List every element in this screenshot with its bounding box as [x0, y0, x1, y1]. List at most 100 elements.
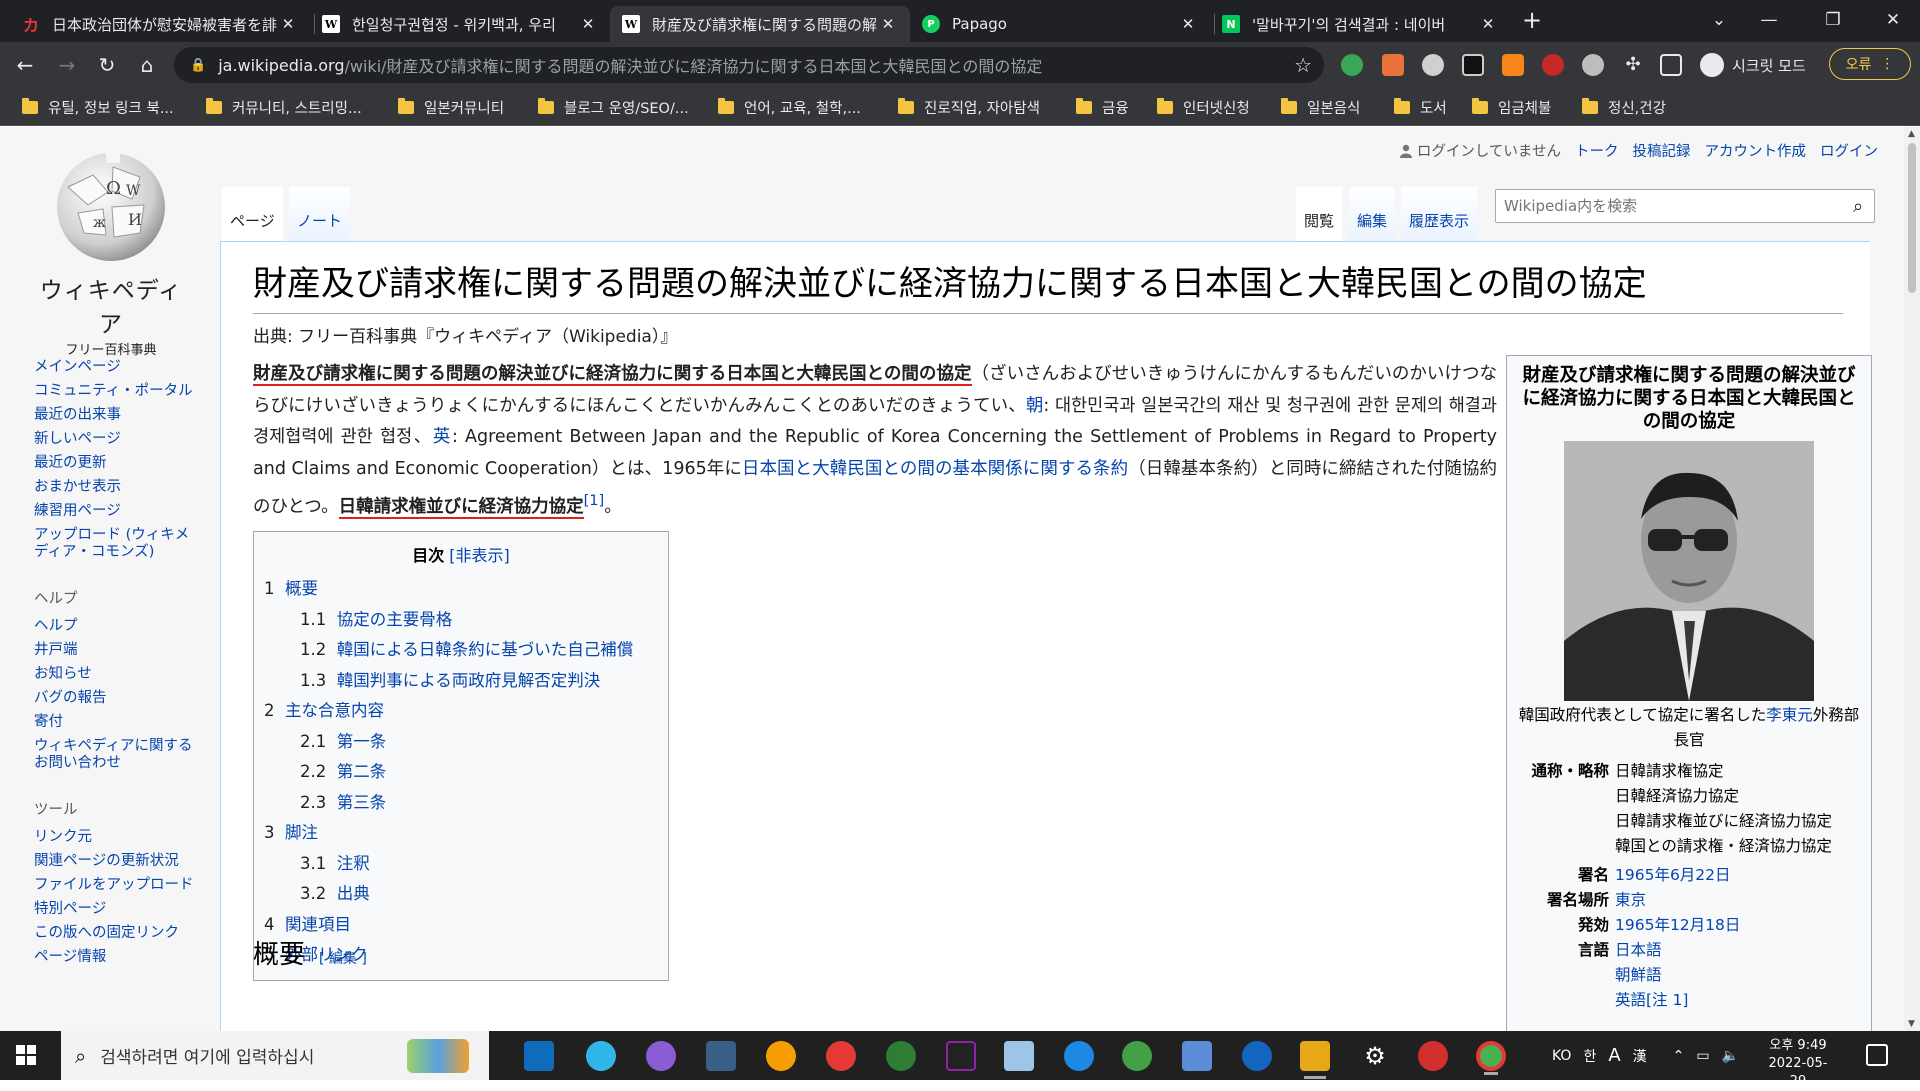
minimize-icon[interactable]: — — [1746, 0, 1792, 40]
incognito-indicator[interactable]: 시크릿 모드 — [1700, 53, 1806, 77]
app-icon[interactable] — [646, 1041, 676, 1071]
tab-read[interactable]: 閲覧 — [1296, 187, 1343, 241]
infobox-photo[interactable] — [1564, 441, 1814, 701]
metamask-icon[interactable] — [1502, 54, 1524, 76]
toc-item[interactable]: 1.1 協定の主要骨格 — [264, 605, 658, 636]
app-icon[interactable] — [1122, 1041, 1152, 1071]
close-icon[interactable]: ✕ — [1478, 15, 1498, 33]
close-icon[interactable]: ✕ — [878, 15, 898, 33]
sidebar-item-upload-commons[interactable]: アップロード (ウィキメディア・コモンズ) — [34, 527, 194, 561]
tray-input-mode[interactable]: A — [1608, 1045, 1620, 1066]
sidebar-item-upload-file[interactable]: ファイルをアップロード — [34, 877, 194, 894]
window-close-icon[interactable]: ✕ — [1870, 0, 1916, 40]
taskbar-clock[interactable]: 오후 9:49 2022-05-29 — [1767, 1037, 1829, 1091]
extension-icon[interactable] — [1341, 54, 1363, 76]
toc-item[interactable]: 2.2 第二条 — [264, 757, 658, 788]
bookmark-folder[interactable]: 인터넷신청 — [1157, 97, 1250, 118]
app-icon[interactable] — [826, 1041, 856, 1071]
language-link[interactable]: 日本語 — [1615, 941, 1662, 959]
windows-start-icon[interactable] — [16, 1045, 36, 1065]
tab-4[interactable]: P Papago ✕ — [910, 6, 1210, 42]
create-account-link[interactable]: アカウント作成 — [1705, 140, 1807, 161]
globe-app-icon[interactable] — [886, 1041, 916, 1071]
sidebar-item-main[interactable]: メインページ — [34, 359, 194, 376]
reload-icon[interactable]: ↻ — [92, 50, 122, 80]
toc-item[interactable]: 3.1 注釈 — [264, 849, 658, 880]
app-icon[interactable] — [1064, 1041, 1094, 1071]
extension-icon[interactable] — [1542, 54, 1564, 76]
toc-item[interactable]: 2 主な合意内容 — [264, 696, 658, 727]
extension-icon[interactable] — [1422, 54, 1444, 76]
bookmark-folder[interactable]: 블로그 운영/SEO/... — [538, 97, 689, 118]
caption-person-link[interactable]: 李東元 — [1766, 706, 1813, 724]
sidebar-item-village-pump[interactable]: 井戸端 — [34, 642, 194, 659]
sidebar-item-permalink[interactable]: この版への固定リンク — [34, 925, 194, 942]
sidebar-item-bug-report[interactable]: バグの報告 — [34, 690, 194, 707]
bookmark-folder[interactable]: 도서 — [1394, 97, 1447, 118]
back-icon[interactable]: ← — [10, 50, 40, 80]
close-icon[interactable]: ✕ — [1178, 15, 1198, 33]
edge-app-icon[interactable] — [586, 1041, 616, 1071]
toc-item[interactable]: 2.1 第一条 — [264, 727, 658, 758]
toc-item[interactable]: 3 脚注 — [264, 818, 658, 849]
sidebar-item-random[interactable]: おまかせ表示 — [34, 479, 194, 496]
sidebar-item-contact[interactable]: ウィキペディアに関するお問い合わせ — [34, 738, 194, 772]
toc-toggle[interactable]: [非表示] — [449, 546, 510, 565]
volume-icon[interactable]: 🔈 — [1722, 1048, 1739, 1064]
sidebar-item-portal[interactable]: コミュニティ・ポータル — [34, 383, 194, 400]
tab-3-active[interactable]: W 財産及び請求権に関する問題の解 ✕ — [610, 6, 910, 42]
tab-history[interactable]: 履歴表示 — [1401, 187, 1478, 241]
app-icon[interactable] — [946, 1041, 976, 1071]
sidebar-item-recent-changes[interactable]: 最近の更新 — [34, 455, 194, 472]
side-panel-icon[interactable] — [1660, 54, 1682, 76]
scroll-thumb[interactable] — [1908, 143, 1916, 293]
tray-hanja[interactable]: 漢 — [1633, 1046, 1647, 1066]
new-tab-button[interactable]: + — [1519, 8, 1545, 34]
app-icon[interactable] — [1242, 1041, 1272, 1071]
toc-item[interactable]: 1.3 韓国判事による両政府見解否定判決 — [264, 666, 658, 697]
tray-language[interactable]: KO — [1552, 1048, 1571, 1064]
signing-date-link[interactable]: 1965年6月22日 — [1615, 866, 1731, 884]
app-icon[interactable] — [1182, 1041, 1212, 1071]
sidebar-item-sandbox[interactable]: 練習用ページ — [34, 503, 194, 520]
error-button[interactable]: 오류 ⋮ — [1829, 48, 1911, 80]
scroll-up-icon[interactable]: ▲ — [1908, 129, 1916, 139]
close-icon[interactable]: ✕ — [278, 15, 298, 33]
page-scrollbar[interactable]: ▲ ▼ — [1904, 127, 1920, 1031]
sidebar-item-page-info[interactable]: ページ情報 — [34, 949, 194, 966]
maximize-icon[interactable]: ❐ — [1810, 0, 1856, 40]
file-explorer-icon[interactable] — [1300, 1041, 1330, 1079]
app-icon[interactable] — [1004, 1041, 1034, 1071]
effective-date-link[interactable]: 1965年12月18日 — [1615, 916, 1740, 934]
home-icon[interactable]: ⌂ — [132, 50, 162, 80]
sidebar-item-special-pages[interactable]: 特別ページ — [34, 901, 194, 918]
mail-app-icon[interactable] — [524, 1041, 554, 1071]
bookmark-folder[interactable]: 진로직업, 자아탐색 — [898, 97, 1040, 118]
toc-item[interactable]: 1 概要 — [264, 574, 658, 605]
login-link[interactable]: ログイン — [1820, 140, 1878, 161]
scroll-down-icon[interactable]: ▼ — [1908, 1019, 1916, 1029]
sidebar-item-donate[interactable]: 寄付 — [34, 714, 194, 731]
language-link[interactable]: 英語[注 1] — [1615, 991, 1688, 1009]
extension-icon[interactable] — [1582, 54, 1604, 76]
forward-icon[interactable]: → — [52, 50, 82, 80]
toc-item[interactable]: 1.2 韓国による日韓条約に基づいた自己補償 — [264, 635, 658, 666]
tab-edit[interactable]: 編集 — [1349, 187, 1396, 241]
bookmark-folder[interactable]: 일본커뮤니티 — [398, 97, 504, 118]
calculator-app-icon[interactable] — [706, 1041, 736, 1071]
puzzle-icon[interactable]: ✣ — [1622, 54, 1644, 76]
english-lang-link[interactable]: 英 — [433, 427, 452, 447]
extension-icon[interactable] — [1382, 54, 1404, 76]
bookmark-folder[interactable]: 금융 — [1076, 97, 1129, 118]
tab-talk[interactable]: ノート — [289, 187, 351, 241]
sidebar-item-new-pages[interactable]: 新しいページ — [34, 431, 194, 448]
toc-item[interactable]: 2.3 第三条 — [264, 788, 658, 819]
wikipedia-logo[interactable]: Ω W ж И ウィキペディア フリー百科事典 — [36, 147, 186, 358]
tab-search-chevron-icon[interactable]: ⌄ — [1696, 0, 1742, 40]
tab-2[interactable]: W 한일청구권협정 - 위키백과, 우리 ✕ — [310, 6, 610, 42]
language-link[interactable]: 朝鮮語 — [1615, 966, 1662, 984]
section-edit-label[interactable]: [ 編集 ] — [319, 951, 367, 967]
network-icon[interactable]: ▭ — [1696, 1048, 1709, 1064]
talk-link[interactable]: トーク — [1575, 140, 1619, 161]
bookmark-folder[interactable]: 정신,건강 — [1582, 97, 1666, 118]
